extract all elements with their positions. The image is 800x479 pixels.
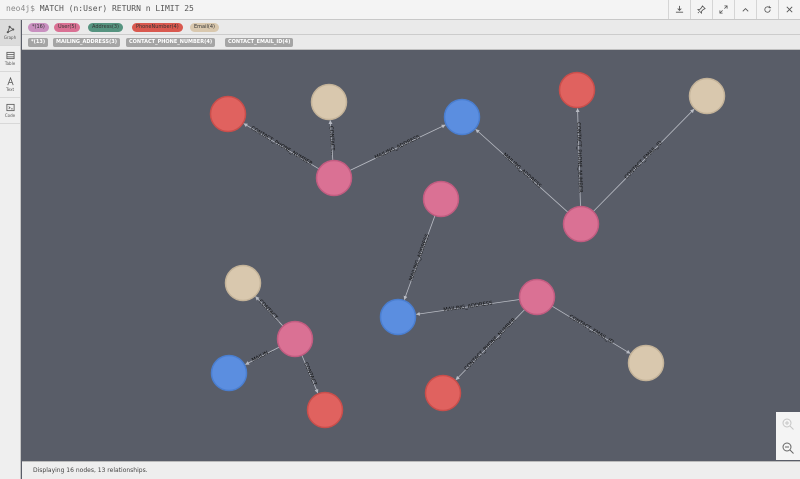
relationships-layer: CONTACT_PHONE_NUMBER CONTACT... MAILING_AD… [243, 108, 695, 394]
user-node[interactable] [315, 159, 353, 197]
relationship-type-legend: *(13) MAILING_ADDRESS(3) CONTACT_PHONE_N… [22, 35, 800, 50]
zoom-out-icon [782, 442, 794, 454]
fullscreen-button[interactable] [712, 0, 734, 19]
legend-email-text: Email(4) [194, 24, 215, 30]
graph-icon [6, 25, 14, 34]
phone-node[interactable] [306, 391, 344, 429]
legend-email[interactable]: Email(4) [190, 23, 219, 32]
relationship-label: CONTACT_PHONE_NUMBER [463, 317, 517, 372]
relationship-label: CONTACT_EMAIL_ID [568, 314, 615, 346]
legend-user[interactable]: User(5) [54, 23, 81, 32]
view-code-button[interactable]: Code [0, 98, 20, 124]
user-node[interactable] [562, 205, 600, 243]
zoom-controls [776, 412, 800, 460]
view-graph-label: Graph [3, 35, 17, 40]
pin-icon [697, 5, 706, 14]
relationship-label: MAILIN... [251, 348, 274, 364]
frame-controls [668, 0, 800, 20]
text-icon [6, 77, 14, 86]
nodes-layer [209, 71, 726, 429]
user-node[interactable] [276, 320, 314, 358]
relationship-label: MAILING_ADDRESS [374, 134, 421, 161]
relationship-label: CONTACT_EMAIL_ID [624, 140, 664, 181]
legend-phone-number[interactable]: PhoneNumber(4) [132, 23, 183, 32]
legend-contact-phone-number[interactable]: CONTACT_PHONE_NUMBER(4) [126, 38, 216, 47]
relationship-label: CONTACT... [257, 299, 281, 325]
download-button[interactable] [668, 0, 690, 19]
relationship-label: MAILING_ADDRESS [443, 300, 493, 313]
status-bar: Displaying 16 nodes, 13 relationships. [22, 461, 800, 479]
view-text-label: Text [5, 87, 15, 92]
view-table-label: Table [4, 61, 16, 66]
view-table-button[interactable]: Table [0, 46, 20, 72]
close-icon [786, 6, 793, 13]
graph-svg[interactable]: CONTACT_PHONE_NUMBER CONTACT... MAILING_AD… [22, 50, 800, 461]
address-node[interactable] [443, 98, 481, 136]
legend-all-nodes[interactable]: *(16) [28, 23, 49, 32]
fullscreen-icon [719, 5, 728, 14]
download-icon [675, 5, 684, 13]
legend-mailing-address[interactable]: MAILING_ADDRESS(3) [53, 38, 121, 47]
zoom-in-button[interactable] [776, 412, 800, 436]
collapse-icon [742, 7, 749, 12]
email-node[interactable] [310, 83, 348, 121]
email-node[interactable] [688, 77, 726, 115]
node-label-legend: *(16) User(5) Address(3) PhoneNumber(4) … [22, 20, 800, 35]
relationship-label: MAILING_ADDRESS [501, 152, 542, 190]
code-icon [5, 103, 15, 112]
legend-all-nodes-text: *(16) [32, 24, 45, 30]
relationship-label: CONTACT [302, 362, 317, 388]
email-node[interactable] [224, 264, 262, 302]
zoom-in-icon [782, 418, 794, 430]
legend-user-text: User(5) [58, 24, 77, 30]
prompt-label: neo4j$ [6, 4, 35, 13]
relationship-label: CONTACT... [328, 126, 336, 156]
rerun-button[interactable] [756, 0, 778, 19]
relationship-label: MAILING_ADDRESS [408, 233, 431, 282]
address-node[interactable] [379, 298, 417, 336]
legend-phone-number-text: PhoneNumber(4) [136, 24, 179, 30]
email-node[interactable] [627, 344, 665, 382]
phone-node[interactable] [558, 71, 596, 109]
zoom-out-button[interactable] [776, 436, 800, 460]
query-string: MATCH (n:User) RETURN n LIMIT 25 [39, 4, 194, 13]
rerun-icon [764, 5, 772, 13]
view-text-button[interactable]: Text [0, 72, 20, 98]
address-node[interactable] [210, 354, 248, 392]
query-text[interactable]: neo4j$ MATCH (n:User) RETURN n LIMIT 25 [6, 4, 194, 13]
view-graph-button[interactable]: Graph [0, 20, 20, 46]
legend-address[interactable]: Address(3) [88, 23, 123, 32]
legend-contact-email-id[interactable]: CONTACT_EMAIL_ID(4) [225, 38, 294, 47]
view-code-label: Code [4, 113, 16, 118]
phone-node[interactable] [209, 95, 247, 133]
relationship-label: CONTACT_PHONE_NUMBER [575, 122, 583, 193]
user-node[interactable] [422, 180, 460, 218]
pin-button[interactable] [690, 0, 712, 19]
legend-address-text: Address(3) [92, 24, 119, 30]
user-node[interactable] [518, 278, 556, 316]
status-text: Displaying 16 nodes, 13 relationships. [33, 467, 148, 474]
legend-all-relationships[interactable]: *(13) [28, 38, 49, 47]
view-switcher: Graph Table Text Code [0, 20, 21, 479]
close-button[interactable] [778, 0, 800, 19]
table-icon [5, 51, 15, 60]
collapse-button[interactable] [734, 0, 756, 19]
query-bar: neo4j$ MATCH (n:User) RETURN n LIMIT 25 [0, 0, 800, 20]
phone-node[interactable] [424, 374, 462, 412]
relationship-label: CONTACT_PHONE_NUMBER [250, 125, 314, 167]
graph-canvas[interactable]: CONTACT_PHONE_NUMBER CONTACT... MAILING_AD… [22, 50, 800, 461]
